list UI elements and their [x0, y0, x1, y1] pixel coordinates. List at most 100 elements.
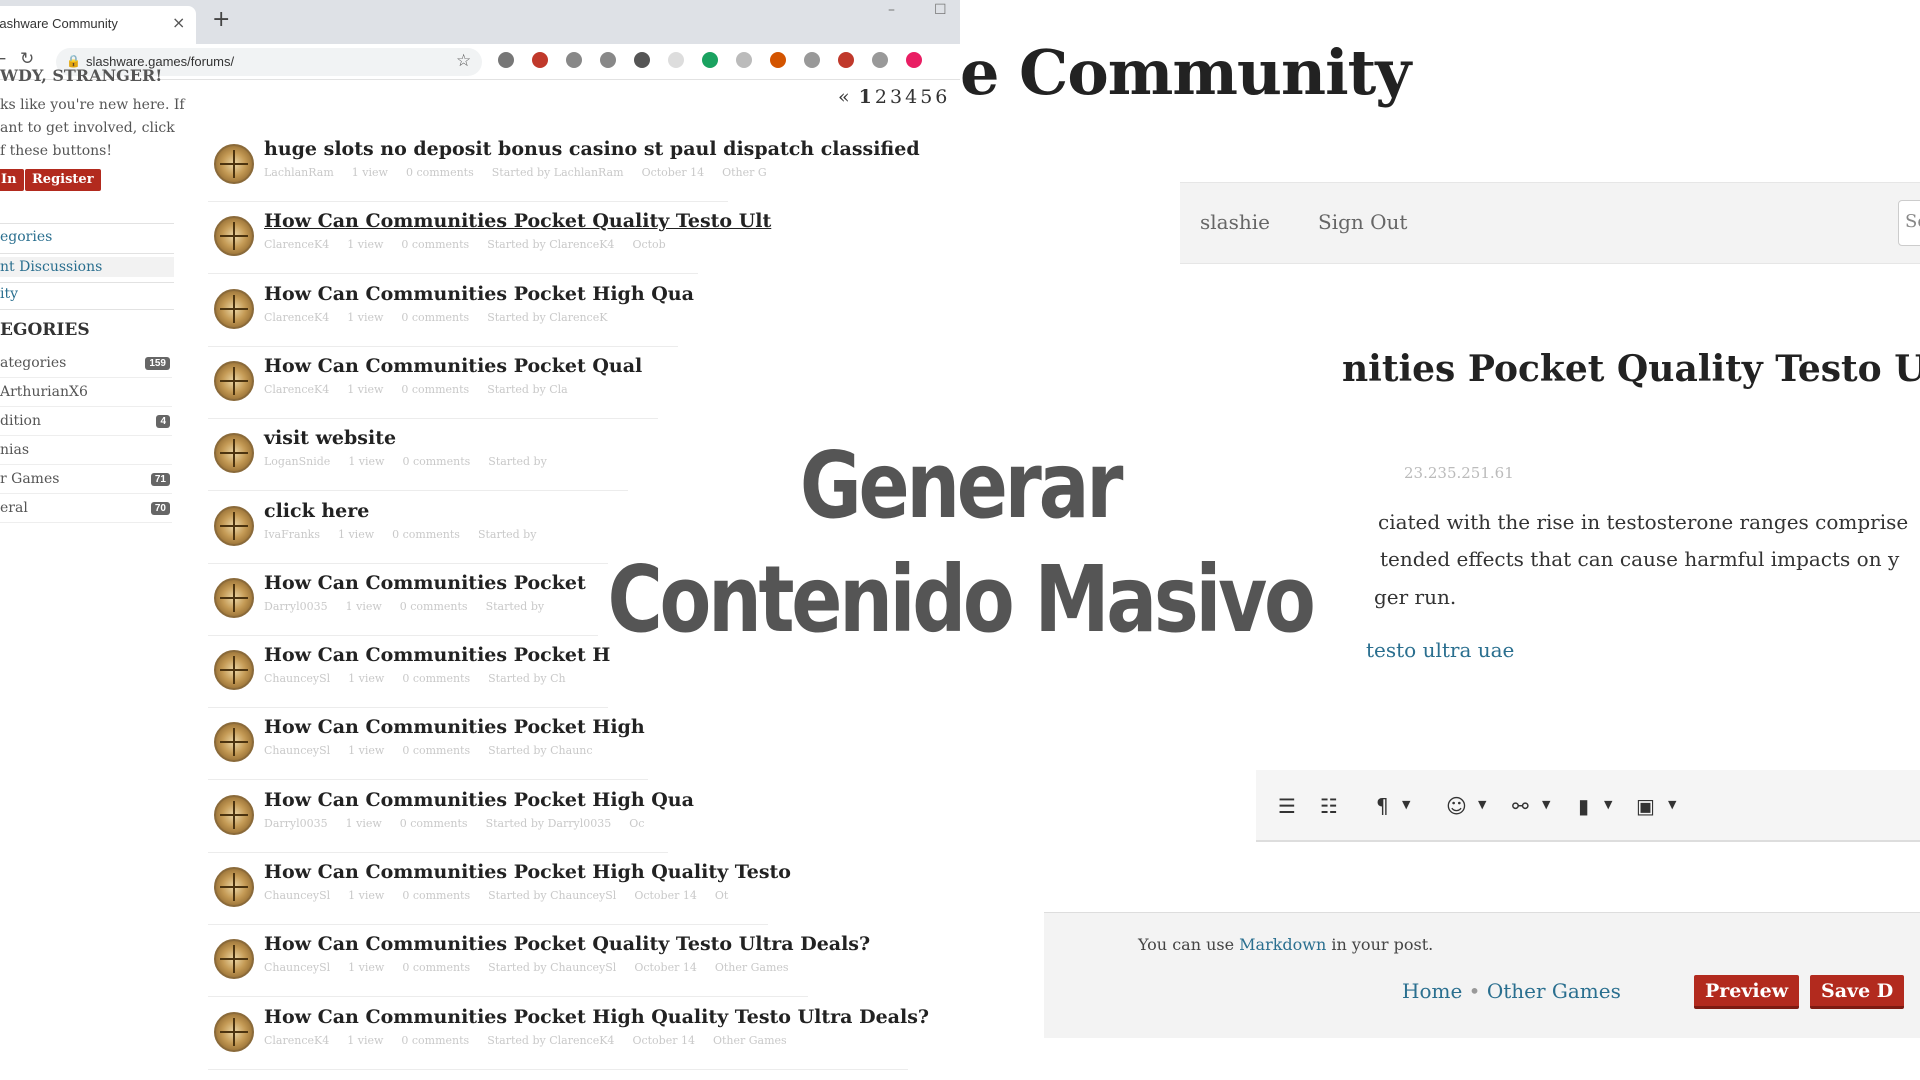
- pager-page[interactable]: 4: [905, 86, 917, 108]
- extension-icon[interactable]: [770, 52, 786, 68]
- chevron-down-icon[interactable]: ▼: [1478, 798, 1486, 811]
- sidebar-item-activity[interactable]: ity: [0, 286, 18, 302]
- meta-author[interactable]: ChaunceySl: [264, 744, 330, 757]
- extension-icon[interactable]: [532, 52, 548, 68]
- extension-icon[interactable]: [668, 52, 684, 68]
- emoji-icon[interactable]: ☺: [1446, 794, 1467, 818]
- discussion-item[interactable]: huge slots no deposit bonus casino st pa…: [204, 130, 960, 202]
- discussion-item[interactable]: How Can Communities Pocket High Qua Darry…: [204, 781, 960, 853]
- extension-icon[interactable]: [804, 52, 820, 68]
- file-icon[interactable]: ▮: [1578, 794, 1589, 818]
- extension-icon[interactable]: [872, 52, 888, 68]
- extension-icon[interactable]: [906, 52, 922, 68]
- avatar[interactable]: [214, 939, 254, 980]
- close-icon[interactable]: ×: [172, 13, 185, 32]
- meta-author[interactable]: ChaunceySl: [264, 961, 330, 974]
- meta-author[interactable]: ClarenceK4: [264, 1034, 329, 1047]
- meta-category[interactable]: Ot: [715, 889, 728, 902]
- markdown-link[interactable]: Markdown: [1239, 935, 1326, 954]
- new-tab-icon[interactable]: +: [212, 7, 230, 32]
- discussion-title[interactable]: How Can Communities Pocket High Qua: [264, 789, 694, 811]
- meta-author[interactable]: Darryl0035: [264, 817, 328, 830]
- meta-category[interactable]: Other Games: [713, 1034, 787, 1047]
- discussion-title[interactable]: How Can Communities Pocket High Quality …: [264, 1006, 929, 1028]
- meta-date: October 14: [632, 1033, 695, 1047]
- paragraph-icon[interactable]: ¶: [1376, 794, 1389, 818]
- categories-heading: EGORIES: [0, 320, 90, 340]
- discussion-title[interactable]: How Can Communities Pocket Qual: [264, 355, 642, 377]
- extension-icon[interactable]: [566, 52, 582, 68]
- maximize-icon[interactable]: ☐: [934, 2, 947, 18]
- discussion-item[interactable]: How Can Communities Pocket High Quality …: [204, 853, 960, 925]
- meta-category[interactable]: Other Games: [715, 961, 789, 974]
- avatar[interactable]: [214, 650, 254, 691]
- sidebar-item-categories[interactable]: egories: [0, 229, 52, 245]
- category-item[interactable]: r Games 71: [0, 466, 172, 494]
- meta-author[interactable]: ChaunceySl: [264, 672, 330, 685]
- extension-icon[interactable]: [702, 52, 718, 68]
- discussion-item[interactable]: How Can Communities Pocket Quality Testo…: [204, 202, 960, 275]
- avatar[interactable]: [214, 722, 254, 763]
- extension-icon[interactable]: [600, 52, 616, 68]
- chevron-down-icon[interactable]: ▼: [1402, 798, 1410, 811]
- avatar[interactable]: [214, 288, 254, 329]
- discussion-title[interactable]: How Can Communities Pocket High: [264, 716, 645, 738]
- discussion-title[interactable]: huge slots no deposit bonus casino st pa…: [264, 138, 920, 160]
- nav-item-sign-out[interactable]: Sign Out: [1318, 210, 1407, 234]
- search-input[interactable]: Se: [1898, 200, 1920, 246]
- meta-author[interactable]: ClarenceK4: [264, 383, 329, 396]
- discussion-title[interactable]: How Can Communities Pocket Quality Testo…: [264, 933, 870, 955]
- pager-page[interactable]: 2: [875, 86, 887, 108]
- avatar[interactable]: [214, 360, 254, 401]
- save-draft-button[interactable]: Save D: [1810, 975, 1905, 1009]
- meta-author[interactable]: LachlanRam: [264, 166, 334, 179]
- minimize-icon[interactable]: –: [888, 2, 895, 18]
- breadcrumb-category[interactable]: Other Games: [1487, 979, 1621, 1003]
- browser-tab[interactable]: slashware Community ×: [0, 6, 196, 44]
- meta-author[interactable]: ClarenceK4: [264, 311, 329, 324]
- sign-in-button[interactable]: In: [0, 169, 24, 191]
- category-item[interactable]: nias: [0, 437, 172, 465]
- discussion-title[interactable]: How Can Communities Pocket High Qua: [264, 283, 694, 305]
- chevron-down-icon[interactable]: ▼: [1668, 798, 1676, 811]
- pager-prev[interactable]: «: [838, 86, 850, 108]
- meta-category[interactable]: Other G: [722, 166, 767, 179]
- breadcrumb-home[interactable]: Home: [1402, 979, 1462, 1003]
- link-icon[interactable]: ⚯: [1512, 794, 1529, 818]
- category-item[interactable]: ArthurianX6: [0, 379, 172, 407]
- extension-icon[interactable]: [736, 52, 752, 68]
- pager-page[interactable]: 3: [890, 86, 902, 108]
- bookmark-star-icon[interactable]: ☆: [456, 51, 471, 71]
- meta-comments: 0 comments: [402, 889, 471, 902]
- meta-author[interactable]: ChaunceySl: [264, 889, 330, 902]
- image-icon[interactable]: ▣: [1636, 794, 1655, 818]
- category-item[interactable]: eral 70: [0, 495, 172, 523]
- nav-item-user[interactable]: slashie: [1200, 210, 1270, 234]
- bullet-list-icon[interactable]: ☷: [1320, 794, 1338, 818]
- avatar[interactable]: [214, 794, 254, 835]
- chevron-down-icon[interactable]: ▼: [1604, 798, 1612, 811]
- discussion-title[interactable]: How Can Communities Pocket High Quality …: [264, 861, 791, 883]
- register-button[interactable]: Register: [25, 169, 101, 191]
- avatar[interactable]: [214, 1011, 254, 1052]
- avatar[interactable]: [214, 216, 254, 257]
- ordered-list-icon[interactable]: ☰: [1278, 794, 1296, 818]
- avatar[interactable]: [214, 144, 254, 184]
- sidebar-item-recent-discussions[interactable]: nt Discussions: [0, 257, 174, 277]
- extension-icon[interactable]: [498, 52, 514, 68]
- discussion-item[interactable]: How Can Communities Pocket Quality Testo…: [204, 925, 960, 998]
- pager-page[interactable]: 5: [920, 86, 932, 108]
- pager-page[interactable]: 6: [935, 86, 947, 108]
- discussion-title[interactable]: How Can Communities Pocket Quality Testo…: [264, 210, 771, 232]
- extension-icon[interactable]: [634, 52, 650, 68]
- discussion-item[interactable]: How Can Communities Pocket High Quality …: [204, 998, 960, 1070]
- category-item[interactable]: dition 4: [0, 408, 172, 436]
- avatar[interactable]: [214, 867, 254, 907]
- preview-button[interactable]: Preview: [1694, 975, 1800, 1009]
- extension-icon[interactable]: [838, 52, 854, 68]
- meta-author[interactable]: ClarenceK4: [264, 238, 329, 251]
- category-item[interactable]: ategories 159: [0, 350, 172, 378]
- chevron-down-icon[interactable]: ▼: [1542, 798, 1550, 811]
- pager-page[interactable]: 1: [859, 86, 872, 108]
- meta-views: 1 view: [347, 310, 384, 324]
